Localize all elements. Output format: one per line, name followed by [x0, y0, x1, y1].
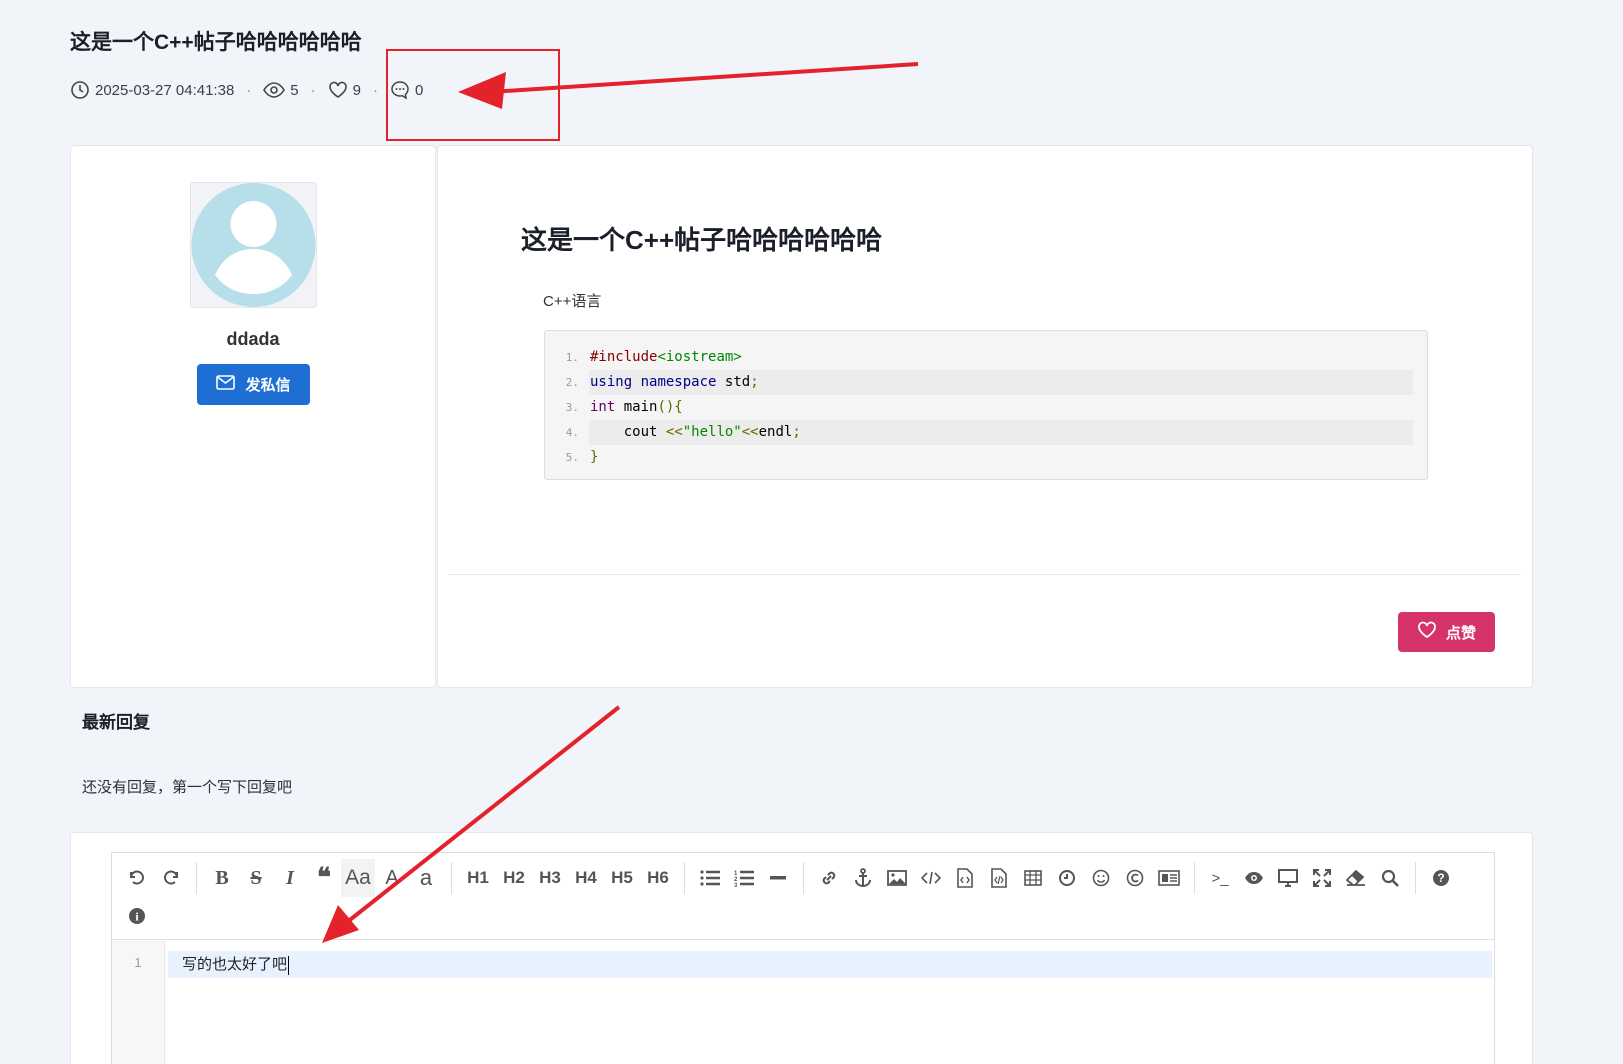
annotation-arrows	[322, 62, 919, 943]
annotation-arrow-top	[458, 62, 919, 109]
annotation-arrow-bottom	[322, 705, 621, 943]
